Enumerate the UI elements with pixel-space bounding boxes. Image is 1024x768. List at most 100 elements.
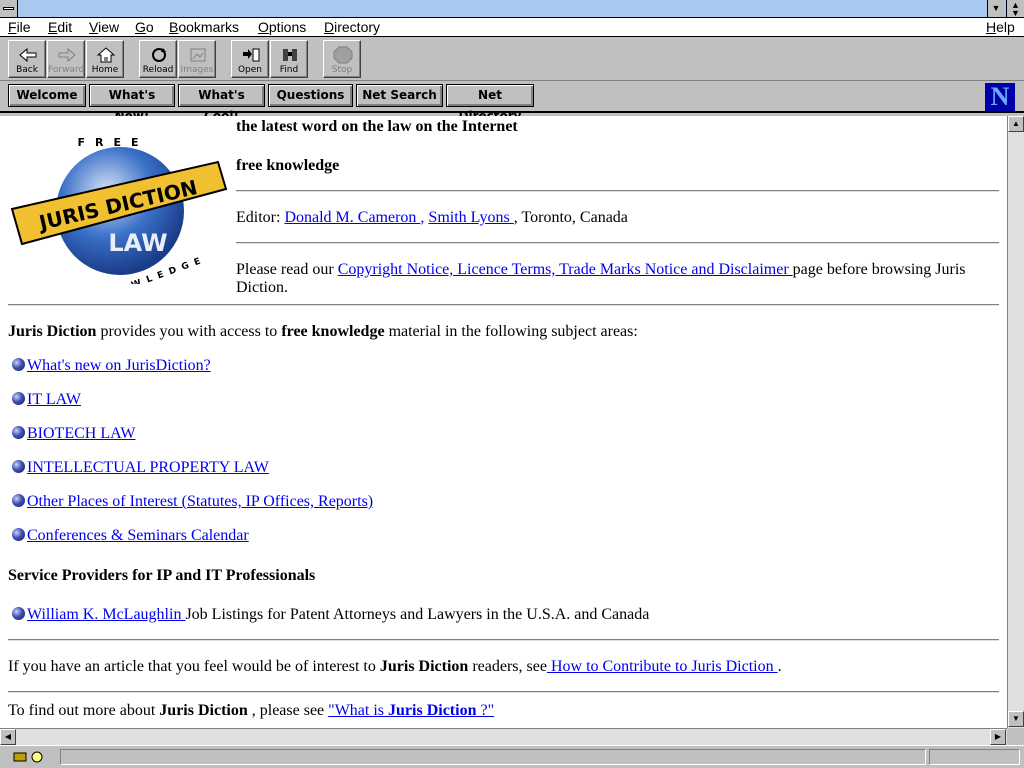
intro-mid: provides you with access to [96,323,282,340]
service-provider-link[interactable]: William K. McLaughlin [27,606,185,623]
what-is-link[interactable]: "What is Juris Diction ?" [328,702,494,719]
menu-options[interactable]: Options [258,19,306,35]
system-menu-button[interactable] [0,0,18,17]
bullet-icon [12,607,25,620]
back-button[interactable]: Back [8,40,46,78]
binoculars-icon [283,49,297,61]
what-is-link-b: Juris Diction [388,702,477,719]
navigation-toolbar: Back Forward Home Reload Images Open Fin… [0,37,1024,81]
progress-indicator [929,749,1020,765]
questions-button[interactable]: Questions [268,84,353,107]
subject-link-conferences[interactable]: Conferences & Seminars Calendar [27,527,249,545]
divider [8,691,999,693]
scroll-left-arrow-icon[interactable]: ◀ [0,729,16,745]
menu-directory[interactable]: Directory [324,19,380,35]
menu-view[interactable]: View [89,19,119,35]
open-label: Open [237,65,263,75]
find-button[interactable]: Find [270,40,308,78]
editor-name-link[interactable]: Donald M. Cameron [284,209,420,226]
stop-label: Stop [331,65,353,75]
net-directory-button[interactable]: Net Directory [446,84,534,123]
what-is-link-c: ?" [476,702,495,719]
open-button[interactable]: Open [231,40,269,78]
home-button[interactable]: Home [86,40,124,78]
net-search-button[interactable]: Net Search [356,84,443,107]
directory-buttons-bar: Welcome What's New! What's Cool! Questio… [0,81,1024,123]
menu-file-rest: ile [16,19,31,35]
more-mid: , please see [247,702,329,719]
bullet-icon [12,494,25,507]
more-bold: Juris Diction [159,702,248,719]
subject-link-ip-law[interactable]: INTELLECTUAL PROPERTY LAW [27,459,269,477]
what-is-link-a: "What is [328,702,389,719]
forward-label: Forward [48,65,85,75]
menu-bar: File Edit View Go Bookmarks Options Dire… [0,18,1024,37]
back-arrow-icon [19,47,37,63]
open-icon [243,48,260,62]
more-info-line: To find out more about Juris Diction , p… [8,702,494,720]
subject-link-other-places[interactable]: Other Places of Interest (Statutes, IP O… [27,493,373,511]
images-label: Images [180,65,214,75]
home-label: Home [91,65,119,75]
bullet-icon [12,426,25,439]
security-key-icon[interactable] [12,749,48,765]
horizontal-scrollbar[interactable]: ◀ ▶ [0,728,1007,745]
images-button[interactable]: Images [178,40,216,78]
forward-button[interactable]: Forward [47,40,85,78]
divider [236,190,999,192]
contribute-line: If you have an article that you feel wou… [8,658,782,676]
logo-law-text: LAW [108,229,167,257]
divider [8,304,999,306]
scroll-up-arrow-icon[interactable]: ▲ [1008,116,1024,132]
vertical-scrollbar[interactable]: ▲ ▼ [1007,116,1024,728]
whats-cool-button[interactable]: What's Cool! [178,84,265,123]
subject-link-it-law[interactable]: IT LAW [27,391,81,409]
subject-link-biotech-law[interactable]: BIOTECH LAW [27,425,135,443]
reload-label: Reload [142,65,174,75]
contribute-link[interactable]: How to Contribute to Juris Diction [547,658,778,675]
whats-new-button[interactable]: What's New! [89,84,175,123]
bullet-icon [12,392,25,405]
intro-end: material in the following subject areas: [384,323,638,340]
scroll-right-arrow-icon[interactable]: ▶ [990,729,1006,745]
logo-ring-top: FREE [77,136,148,149]
forward-arrow-icon [58,47,76,63]
welcome-button[interactable]: Welcome [8,84,86,107]
intro-bold2: free knowledge [281,323,385,340]
reload-button[interactable]: Reload [139,40,177,78]
scroll-down-arrow-icon[interactable]: ▼ [1008,711,1024,727]
stop-button[interactable]: Stop [323,40,361,78]
notice-post: page before browsing Juris [792,261,966,278]
divider [236,242,999,244]
service-heading: Service Providers for IP and IT Professi… [8,567,316,584]
home-icon [96,47,116,63]
service-text: Job Listings for Patent Attorneys and La… [185,606,650,623]
reload-icon [152,48,166,62]
contrib-bold: Juris Diction [379,658,469,675]
editor-firm-link[interactable]: Smith Lyons [428,209,513,226]
menu-bookmarks[interactable]: Bookmarks [169,19,239,35]
status-message [60,749,926,765]
menu-file[interactable]: File [8,19,31,35]
menu-edit[interactable]: Edit [48,19,72,35]
status-bar [0,745,1024,768]
netscape-logo: N [985,83,1015,111]
juris-diction-logo: JURIS DICTION LAW FREE KNOWLEDGE [10,136,228,284]
notice-link[interactable]: Copyright Notice, Licence Terms, Trade M… [338,261,793,278]
minimize-button[interactable]: ▼ [987,0,1004,17]
bullet-icon [12,358,25,371]
intro-bold: Juris Diction [8,323,97,340]
subject-link-whats-new[interactable]: What's new on JurisDiction? [27,357,211,375]
editor-line: Editor: Donald M. Cameron , Smith Lyons … [236,209,628,227]
subtagline: free knowledge [236,157,340,174]
editor-location: , Toronto, Canada [513,209,628,226]
service-item: William K. McLaughlin Job Listings for P… [27,606,649,624]
contrib-end: . [777,658,782,675]
menu-help[interactable]: Help [986,19,1015,35]
menu-go[interactable]: Go [135,19,154,35]
scrollbar-corner [1007,728,1024,745]
restore-button[interactable]: ▲ ▼ [1006,0,1024,18]
title-bar: ▼ ▲ ▼ [0,0,1024,18]
editor-sep[interactable]: , [420,209,424,226]
divider [8,639,999,641]
